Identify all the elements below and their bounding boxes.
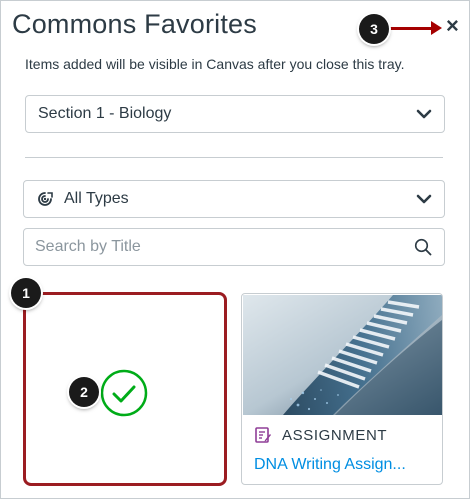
resource-title-link[interactable]: DNA Writing Assign... xyxy=(254,456,406,474)
chevron-down-icon xyxy=(416,194,432,204)
assignment-icon xyxy=(255,427,271,443)
chevron-down-icon xyxy=(416,109,432,119)
search-field xyxy=(23,228,445,266)
divider xyxy=(25,157,443,158)
checkmark-circle-icon xyxy=(100,369,148,417)
type-select[interactable]: All Types xyxy=(23,180,445,218)
callout-1: 1 xyxy=(11,278,41,308)
resource-thumbnail xyxy=(243,295,442,415)
commons-icon xyxy=(38,192,53,206)
callout-arrow xyxy=(386,21,442,35)
callout-3: 3 xyxy=(359,14,389,44)
close-icon[interactable]: × xyxy=(446,15,464,37)
resource-card[interactable]: ASSIGNMENT DNA Writing Assign... xyxy=(241,293,443,485)
resource-type-label: ASSIGNMENT xyxy=(282,426,388,444)
section-select[interactable]: Section 1 - Biology xyxy=(25,95,445,133)
resource-type: ASSIGNMENT xyxy=(254,426,387,444)
callout-2: 2 xyxy=(69,377,99,407)
type-select-value: All Types xyxy=(64,190,129,207)
favorites-tray: Commons Favorites × 3 Items added will b… xyxy=(0,0,470,499)
section-select-value: Section 1 - Biology xyxy=(38,105,172,122)
search-icon[interactable] xyxy=(414,238,432,256)
tray-title: Commons Favorites xyxy=(12,9,257,39)
tray-info-text: Items added will be visible in Canvas af… xyxy=(25,56,405,72)
search-input[interactable] xyxy=(35,237,415,257)
